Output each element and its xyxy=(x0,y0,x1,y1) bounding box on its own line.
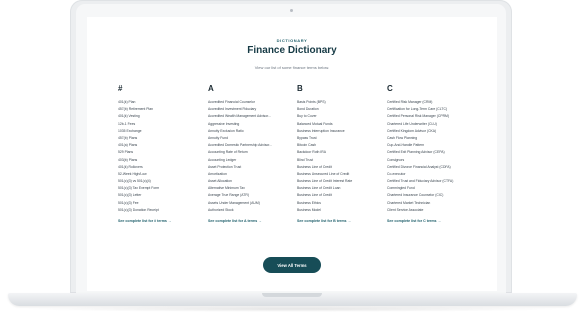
term-link[interactable]: Chartered Life Underwriter (CLU) xyxy=(387,121,473,128)
term-link[interactable]: Consignors xyxy=(387,157,473,164)
term-link[interactable]: Accounting Ledger xyxy=(208,157,294,164)
mockup-stage: DICTIONARY Finance Dictionary View our l… xyxy=(0,0,585,315)
term-link[interactable]: Alternative Minimum Tax xyxy=(208,185,294,192)
term-link[interactable]: Certification for Long-Term Care (CLTC) xyxy=(387,106,473,113)
term-link[interactable]: Business Ethics xyxy=(297,200,383,207)
term-link[interactable]: Asset Allocation xyxy=(208,178,294,185)
see-complete-list-link[interactable]: See complete list for A terms → xyxy=(208,219,294,223)
term-link[interactable]: Average True Range (ATR) xyxy=(208,192,294,199)
term-link[interactable]: Certified Kingdom Advisor (CKA) xyxy=(387,128,473,135)
term-link[interactable]: Business Line of Credit Loan xyxy=(297,185,383,192)
term-link[interactable]: Balanced Mutual Funds xyxy=(297,121,383,128)
term-link[interactable]: 457(b) Plans xyxy=(118,135,204,142)
term-list: Certified Risk Manager (CRM) Certificati… xyxy=(387,99,473,214)
column-letter: C xyxy=(387,84,393,93)
term-link[interactable]: 501(c)(3) Fee xyxy=(118,200,204,207)
column-a: A Accredited Financial Counselor Accredi… xyxy=(208,84,294,224)
term-link[interactable]: Bitcoin Cash xyxy=(297,142,383,149)
term-link[interactable]: Business Interruption Insurance xyxy=(297,128,383,135)
term-link[interactable]: Commingled Fund xyxy=(387,185,473,192)
column-b: B Basis Points (BPS) Bond Duration Buy t… xyxy=(297,84,383,224)
laptop-screen: DICTIONARY Finance Dictionary View our l… xyxy=(87,17,497,291)
laptop-notch xyxy=(262,293,322,297)
term-link[interactable]: 401(k) Rollovers xyxy=(118,164,204,171)
term-list: Basis Points (BPS) Bond Duration Buy to … xyxy=(297,99,383,214)
term-link[interactable]: Annuity Fund xyxy=(208,135,294,142)
term-link[interactable]: Authorized Stock xyxy=(208,207,294,214)
term-link[interactable]: Accredited Financial Counselor xyxy=(208,99,294,106)
term-link[interactable]: Business Line of Credit Interest Rate xyxy=(297,178,383,185)
term-link[interactable]: Aggressive Investing xyxy=(208,121,294,128)
term-link[interactable]: Certified Exit Planning Advisor (CEPA) xyxy=(387,149,473,156)
term-link[interactable]: Bypass Trust xyxy=(297,135,383,142)
term-link[interactable]: Assets Under Management (AUM) xyxy=(208,200,294,207)
page-subtitle: View our list of some finance terms belo… xyxy=(254,65,330,70)
term-link[interactable]: Annuity Exclusion Ratio xyxy=(208,128,294,135)
term-link[interactable]: Certified Divorce Financial Analyst (CDF… xyxy=(387,164,473,171)
term-link[interactable]: Blind Trust xyxy=(297,157,383,164)
term-link[interactable]: Business Unsecured Line of Credit xyxy=(297,171,383,178)
see-complete-list-link[interactable]: See complete list for # terms → xyxy=(118,219,204,223)
term-link[interactable]: Client Service Associate xyxy=(387,207,473,214)
page-title: Finance Dictionary xyxy=(247,45,337,56)
term-link[interactable]: 529 Plans xyxy=(118,149,204,156)
term-link[interactable]: Accounting Rate of Return xyxy=(208,149,294,156)
term-link[interactable]: Certified Personal Risk Manager (CPRM) xyxy=(387,113,473,120)
term-link[interactable]: Chartered Market Technician xyxy=(387,200,473,207)
term-link[interactable]: Accredited Wealth Management Advisor... xyxy=(208,113,294,120)
term-link[interactable]: Basis Points (BPS) xyxy=(297,99,383,106)
term-link[interactable]: Asset Protection Trust xyxy=(208,164,294,171)
term-link[interactable]: 501(c)(3) Letter xyxy=(118,192,204,199)
term-link[interactable]: Business Line of Credit xyxy=(297,192,383,199)
column-letter: # xyxy=(118,84,123,93)
term-link[interactable]: Certified Trust and Fiduciary Advisor (C… xyxy=(387,178,473,185)
see-complete-list-link[interactable]: See complete list for C terms → xyxy=(387,219,473,223)
term-link[interactable]: Backdoor Roth IRA xyxy=(297,149,383,156)
see-complete-list-link[interactable]: See complete list for B terms → xyxy=(297,219,383,223)
term-link[interactable]: 12b-1 Fees xyxy=(118,121,204,128)
term-link[interactable]: Bond Duration xyxy=(297,106,383,113)
term-link[interactable]: Cash Flow Planning xyxy=(387,135,473,142)
term-link[interactable]: 1035 Exchange xyxy=(118,128,204,135)
column-hash: # 401(k) Plan 457(b) Retirement Plan 401… xyxy=(118,84,204,224)
section-eyebrow: DICTIONARY xyxy=(276,38,308,43)
term-link[interactable]: Certified Risk Manager (CRM) xyxy=(387,99,473,106)
term-link[interactable]: 401(k) Plan xyxy=(118,99,204,106)
term-link[interactable]: 401(k) Vesting xyxy=(118,113,204,120)
term-link[interactable]: Business Line of Credit xyxy=(297,164,383,171)
term-link[interactable]: Business Model xyxy=(297,207,383,214)
term-list: Accredited Financial Counselor Accredite… xyxy=(208,99,294,214)
column-letter: A xyxy=(208,84,214,93)
term-link[interactable]: 501(c)(3) vs 501(c)(4) xyxy=(118,178,204,185)
term-link[interactable]: 401(a) Plans xyxy=(118,142,204,149)
column-letter: B xyxy=(297,84,303,93)
term-link[interactable]: Accredited Domestic Partnership Advisor.… xyxy=(208,142,294,149)
laptop-shadow xyxy=(20,306,565,312)
view-all-terms-button[interactable]: View All Terms xyxy=(263,257,321,273)
term-link[interactable]: Amortization xyxy=(208,171,294,178)
term-link[interactable]: Accredited Investment Fiduciary xyxy=(208,106,294,113)
term-link[interactable]: Chartered Insurance Counselor (CIC) xyxy=(387,192,473,199)
term-link[interactable]: 501(c)(3) Tax Exempt Form xyxy=(118,185,204,192)
term-link[interactable]: 52-Week High/Low xyxy=(118,171,204,178)
term-link[interactable]: Buy to Cover xyxy=(297,113,383,120)
term-link[interactable]: Co-executor xyxy=(387,171,473,178)
term-list: 401(k) Plan 457(b) Retirement Plan 401(k… xyxy=(118,99,204,214)
column-c: C Certified Risk Manager (CRM) Certifica… xyxy=(387,84,473,224)
term-link[interactable]: 403(b) Plans xyxy=(118,157,204,164)
term-link[interactable]: Cup-And-Handle Pattern xyxy=(387,142,473,149)
term-link[interactable]: 501(c)(3) Donation Receipt xyxy=(118,207,204,214)
term-link[interactable]: 457(b) Retirement Plan xyxy=(118,106,204,113)
camera-icon xyxy=(290,9,293,12)
